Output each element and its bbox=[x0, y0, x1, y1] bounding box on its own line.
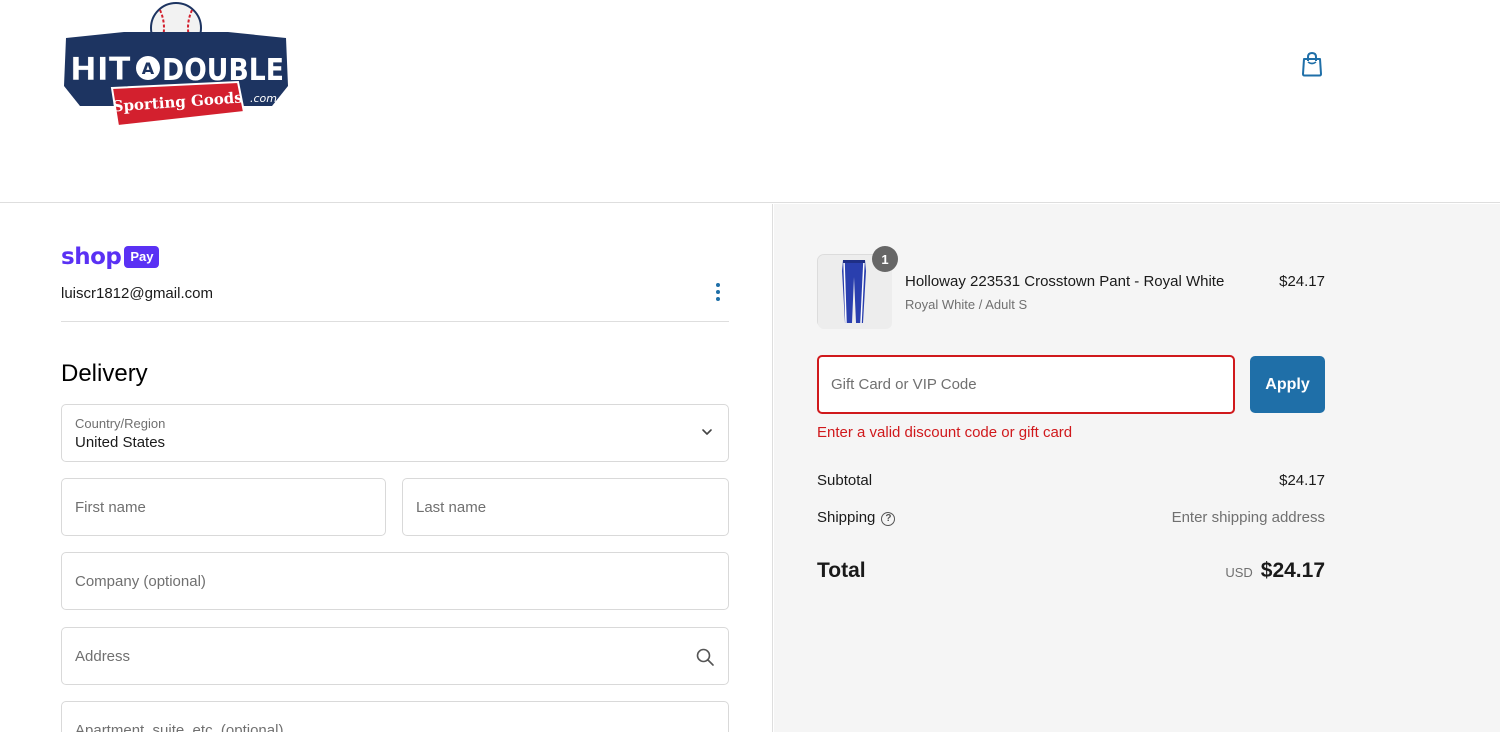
first-name-field[interactable] bbox=[61, 478, 386, 536]
order-summary-column: 1 Holloway 223531 Crosstown Pant - Royal… bbox=[774, 204, 1500, 732]
shop-pay-badge: Pay bbox=[124, 246, 160, 268]
store-logo[interactable]: HIT A DOUBLE Sporting Goods .com bbox=[62, 2, 290, 128]
question-help-icon[interactable]: ? bbox=[881, 512, 896, 526]
product-variant: Royal White / Adult S bbox=[905, 297, 1028, 312]
shopping-bag-icon bbox=[1302, 51, 1322, 77]
apartment-input[interactable] bbox=[62, 702, 728, 732]
subtotal-label: Subtotal bbox=[817, 472, 873, 489]
total-label: Total bbox=[817, 559, 866, 582]
store-logo-graphic: HIT A DOUBLE Sporting Goods .com bbox=[64, 2, 288, 128]
apply-button[interactable]: Apply bbox=[1250, 356, 1325, 413]
account-email: luiscr1812@gmail.com bbox=[61, 285, 213, 302]
shipping-label: Shipping bbox=[817, 509, 876, 526]
country-value: United States bbox=[75, 434, 166, 451]
total-amount: $24.17 bbox=[1260, 559, 1325, 582]
delivery-heading: Delivery bbox=[61, 360, 148, 387]
company-input[interactable] bbox=[62, 553, 728, 609]
country-select[interactable]: Country/Region United States bbox=[61, 404, 729, 462]
first-name-input[interactable] bbox=[62, 479, 385, 535]
last-name-field[interactable] bbox=[402, 478, 729, 536]
shipping-row-label: Shipping? bbox=[817, 509, 896, 526]
discount-code-input[interactable] bbox=[819, 357, 1233, 412]
chevron-down-icon bbox=[702, 429, 712, 435]
address-field[interactable] bbox=[61, 627, 729, 685]
kebab-menu-icon[interactable] bbox=[708, 281, 728, 303]
logo-suffix: .com bbox=[250, 92, 277, 105]
last-name-input[interactable] bbox=[403, 479, 728, 535]
discount-code-field[interactable] bbox=[817, 355, 1235, 414]
checkout-form-column: shop Pay luiscr1812@gmail.com Delivery C… bbox=[0, 204, 773, 732]
quantity-badge: 1 bbox=[872, 246, 898, 272]
shipping-value: Enter shipping address bbox=[1171, 509, 1325, 526]
logo-hit: HIT bbox=[70, 50, 131, 88]
logo-a: A bbox=[142, 59, 155, 78]
search-icon bbox=[696, 648, 714, 666]
product-price: $24.17 bbox=[1279, 273, 1325, 290]
shop-pay-wordmark: shop bbox=[61, 244, 122, 270]
address-input[interactable] bbox=[62, 628, 728, 684]
divider bbox=[61, 321, 729, 322]
company-field[interactable] bbox=[61, 552, 729, 610]
product-name: Holloway 223531 Crosstown Pant - Royal W… bbox=[905, 273, 1225, 290]
shop-pay-logo: shop Pay bbox=[61, 244, 160, 270]
cart-button[interactable] bbox=[1298, 50, 1326, 78]
subtotal-value: $24.17 bbox=[1279, 472, 1325, 489]
apartment-field[interactable] bbox=[61, 701, 729, 732]
site-header: HIT A DOUBLE Sporting Goods .com bbox=[0, 0, 1500, 203]
discount-error-message: Enter a valid discount code or gift card bbox=[817, 424, 1073, 441]
total-amount-group: USD $24.17 bbox=[1225, 559, 1325, 583]
country-label: Country/Region bbox=[75, 416, 166, 431]
currency-code: USD bbox=[1225, 565, 1253, 580]
